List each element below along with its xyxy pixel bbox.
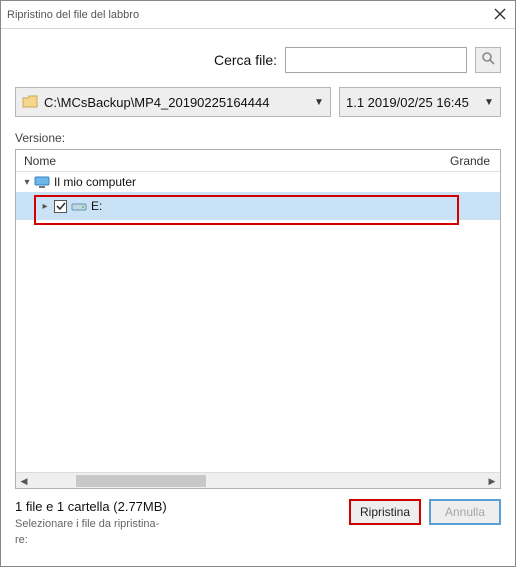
scroll-right-icon[interactable]: ▶ — [484, 473, 500, 489]
drive-checkbox[interactable] — [54, 200, 67, 213]
computer-icon — [34, 176, 50, 188]
scroll-thumb[interactable] — [76, 475, 206, 487]
backup-path-text: C:\MCsBackup\MP4_20190225164444 — [44, 95, 310, 110]
selection-summary: 1 file e 1 cartella (2.77MB) — [15, 499, 167, 514]
version-dropdown[interactable]: 1.1 2019/02/25 16:45 ▼ — [339, 87, 501, 117]
version-label: Versione: — [15, 131, 501, 145]
status-row: 1 file e 1 cartella (2.77MB) Selezionare… — [15, 499, 501, 546]
expand-icon[interactable]: ▸ — [38, 201, 52, 212]
tree-header: Nome Grande — [16, 150, 500, 172]
status-left: 1 file e 1 cartella (2.77MB) Selezionare… — [15, 499, 167, 546]
scroll-left-icon[interactable]: ◀ — [16, 473, 32, 489]
drive-icon — [71, 201, 87, 211]
chevron-down-icon: ▼ — [314, 97, 324, 108]
tree-node-root[interactable]: ▾ Il mio computer — [16, 172, 500, 192]
window-title: Ripristino del file del labbro — [7, 9, 139, 21]
hint-line-2: re: — [15, 534, 167, 546]
close-button[interactable] — [491, 6, 509, 24]
dialog-content: Cerca file: C:\MCsBackup\MP4_20190225164… — [1, 29, 515, 560]
restore-button[interactable]: Ripristina — [349, 499, 421, 525]
search-button[interactable] — [475, 47, 501, 73]
collapse-icon[interactable]: ▾ — [20, 177, 34, 188]
path-row: C:\MCsBackup\MP4_20190225164444 ▼ 1.1 20… — [15, 87, 501, 117]
hint-line-1: Selezionare i file da ripristina- — [15, 518, 167, 530]
file-tree: Nome Grande ▾ Il mio computer ▸ E: — [15, 149, 501, 489]
version-text: 1.1 2019/02/25 16:45 — [346, 95, 480, 110]
column-header-size[interactable]: Grande — [450, 154, 500, 168]
tree-body: ▾ Il mio computer ▸ E: — [16, 172, 500, 472]
folder-icon — [22, 95, 38, 109]
title-bar: Ripristino del file del labbro — [1, 1, 515, 29]
button-row: Ripristina Annulla — [349, 499, 501, 525]
search-input[interactable] — [285, 47, 467, 73]
backup-path-dropdown[interactable]: C:\MCsBackup\MP4_20190225164444 ▼ — [15, 87, 331, 117]
search-row: Cerca file: — [15, 47, 501, 73]
tree-node-drive[interactable]: ▸ E: — [16, 192, 500, 220]
chevron-down-icon: ▼ — [484, 97, 494, 108]
close-icon — [494, 7, 506, 23]
cancel-button[interactable]: Annulla — [429, 499, 501, 525]
horizontal-scrollbar[interactable]: ◀ ▶ — [16, 472, 500, 488]
column-header-name[interactable]: Nome — [16, 154, 450, 168]
search-icon — [481, 51, 495, 70]
tree-node-label: Il mio computer — [54, 175, 136, 189]
search-label: Cerca file: — [214, 52, 277, 68]
tree-node-label: E: — [91, 199, 102, 213]
